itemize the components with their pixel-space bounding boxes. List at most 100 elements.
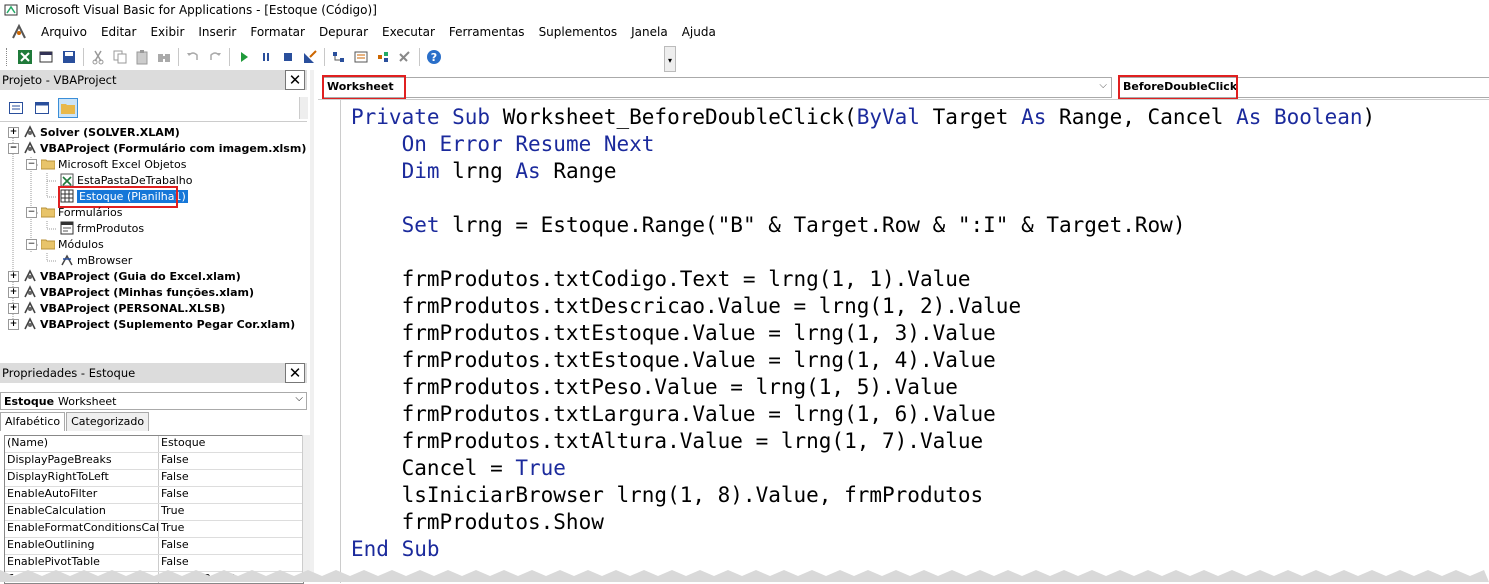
- code-line[interactable]: lsIniciarBrowser lrng(1, 8).Value, frmPr…: [351, 482, 1375, 509]
- code-token: Range: [540, 159, 617, 183]
- expand-icon[interactable]: +: [8, 126, 19, 138]
- tree-item-mbrowser[interactable]: mBrowser: [60, 252, 132, 268]
- menu-formatar[interactable]: Formatar: [243, 25, 312, 39]
- object-combo[interactable]: Worksheet ⌵: [322, 77, 1112, 98]
- object-browser-button[interactable]: [372, 46, 394, 68]
- tree-folder-formularios[interactable]: − Formulários: [26, 204, 123, 220]
- code-editor[interactable]: Private Sub Worksheet_BeforeDoubleClick(…: [318, 99, 1489, 583]
- close-icon[interactable]: ✕: [285, 363, 305, 383]
- expand-icon[interactable]: +: [8, 318, 19, 330]
- property-row[interactable]: DisplayRightToLeft False: [5, 470, 303, 487]
- properties-window-button[interactable]: [350, 46, 372, 68]
- code-text[interactable]: Private Sub Worksheet_BeforeDoubleClick(…: [351, 104, 1375, 563]
- code-line[interactable]: frmProdutos.txtLargura.Value = lrng(1, 6…: [351, 401, 1375, 428]
- menu-ajuda[interactable]: Ajuda: [675, 25, 723, 39]
- reset-button[interactable]: [277, 46, 299, 68]
- menu-suplementos[interactable]: Suplementos: [532, 25, 625, 39]
- properties-icon: [354, 51, 368, 63]
- code-line[interactable]: frmProdutos.Show: [351, 509, 1375, 536]
- undo-button[interactable]: [182, 46, 204, 68]
- pane-splitter[interactable]: [310, 70, 314, 582]
- tree-folder-modulos[interactable]: − Módulos: [26, 236, 104, 252]
- break-button[interactable]: [255, 46, 277, 68]
- code-token: frmProdutos.Show: [351, 510, 604, 534]
- tree-item-vbaproject-suplemento[interactable]: + VBAProject (Suplemento Pegar Cor.xlam): [8, 316, 295, 332]
- property-row[interactable]: DisplayPageBreaks False: [5, 453, 303, 470]
- insert-userform-button[interactable]: [36, 46, 58, 68]
- collapse-icon[interactable]: −: [26, 206, 37, 218]
- menu-inserir[interactable]: Inserir: [191, 25, 243, 39]
- run-button[interactable]: [233, 46, 255, 68]
- menu-janela[interactable]: Janela: [624, 25, 675, 39]
- toggle-folders-button[interactable]: [58, 98, 78, 118]
- property-row[interactable]: EnableAutoFilter False: [5, 487, 303, 504]
- code-line[interactable]: [351, 185, 1375, 212]
- tree-item-vbaproject-guia[interactable]: + VBAProject (Guia do Excel.xlam): [8, 268, 241, 284]
- toolbar-grip[interactable]: [6, 48, 10, 66]
- undo-icon: [187, 52, 198, 60]
- project-toolbar-scroll-stub[interactable]: [299, 97, 308, 119]
- code-line[interactable]: [351, 239, 1375, 266]
- code-line[interactable]: Cancel = True: [351, 455, 1375, 482]
- menu-exibir[interactable]: Exibir: [143, 25, 191, 39]
- property-row[interactable]: (Name) Estoque: [5, 436, 303, 453]
- code-line[interactable]: Dim lrng As Range: [351, 158, 1375, 185]
- expand-icon[interactable]: +: [8, 286, 19, 298]
- menu-arquivo[interactable]: Arquivo: [34, 25, 94, 39]
- expand-icon[interactable]: +: [8, 270, 19, 282]
- menu-editar[interactable]: Editar: [94, 25, 144, 39]
- userform-icon: [60, 221, 74, 235]
- excel-view-button[interactable]: [14, 46, 36, 68]
- help-button[interactable]: ?: [423, 46, 445, 68]
- close-icon[interactable]: ✕: [285, 70, 305, 90]
- property-row[interactable]: EnableFormatConditionsCalculationTrue: [5, 521, 303, 538]
- menu-ferramentas[interactable]: Ferramentas: [442, 25, 532, 39]
- property-row[interactable]: EnableOutlining False: [5, 538, 303, 555]
- view-code-button[interactable]: [6, 98, 26, 118]
- vba-menu-icon[interactable]: [10, 23, 28, 41]
- view-object-button[interactable]: [32, 98, 52, 118]
- design-mode-button[interactable]: [299, 46, 321, 68]
- code-line[interactable]: On Error Resume Next: [351, 131, 1375, 158]
- code-line[interactable]: frmProdutos.txtEstoque.Value = lrng(1, 4…: [351, 347, 1375, 374]
- tree-item-vbaproject-personal[interactable]: + VBAProject (PERSONAL.XLSB): [8, 300, 225, 316]
- code-line[interactable]: Private Sub Worksheet_BeforeDoubleClick(…: [351, 104, 1375, 131]
- tree-folder-excel-objects[interactable]: − Microsoft Excel Objetos: [26, 156, 186, 172]
- code-line[interactable]: frmProdutos.txtDescricao.Value = lrng(1,…: [351, 293, 1375, 320]
- save-button[interactable]: [58, 46, 80, 68]
- collapse-icon[interactable]: −: [26, 158, 37, 170]
- tab-categorizado[interactable]: Categorizado: [66, 412, 150, 431]
- code-line[interactable]: frmProdutos.txtEstoque.Value = lrng(1, 3…: [351, 320, 1375, 347]
- code-line[interactable]: Set lrng = Estoque.Range("B" & Target.Ro…: [351, 212, 1375, 239]
- object-selector-dropdown[interactable]: Estoque Worksheet ⌵: [0, 392, 307, 410]
- redo-button[interactable]: [204, 46, 226, 68]
- code-line[interactable]: frmProdutos.txtCodigo.Text = lrng(1, 1).…: [351, 266, 1375, 293]
- tree-item-solver[interactable]: + Solver (SOLVER.XLAM): [8, 124, 180, 140]
- code-keyword: As: [515, 159, 541, 183]
- code-margin[interactable]: [318, 100, 341, 583]
- tree-item-frmprodutos[interactable]: frmProdutos: [60, 220, 144, 236]
- tree-item-vbaproject-formulario[interactable]: − VBAProject (Formulário com imagem.xlsm): [8, 140, 306, 156]
- expand-icon[interactable]: +: [8, 302, 19, 314]
- cut-button[interactable]: [87, 46, 109, 68]
- toolbox-button[interactable]: [394, 46, 416, 68]
- collapse-icon[interactable]: −: [8, 142, 19, 154]
- copy-button[interactable]: [109, 46, 131, 68]
- paste-button[interactable]: [131, 46, 153, 68]
- code-line[interactable]: End Sub: [351, 536, 1375, 563]
- vbaproject-icon: [24, 125, 36, 138]
- toolbar-options-icon[interactable]: ▾: [664, 46, 676, 72]
- property-row[interactable]: EnableCalculation True: [5, 504, 303, 521]
- code-line[interactable]: frmProdutos.txtAltura.Value = lrng(1, 7)…: [351, 428, 1375, 455]
- project-explorer-button[interactable]: [328, 46, 350, 68]
- properties-panel-header: Propriedades - Estoque ✕: [0, 363, 307, 383]
- code-token: frmProdutos.txtCodigo.Text = lrng(1, 1).…: [351, 267, 971, 291]
- vbaproject-icon: [24, 285, 36, 298]
- tree-item-vbaproject-minhas-funcoes[interactable]: + VBAProject (Minhas funções.xlam): [8, 284, 254, 300]
- menu-executar[interactable]: Executar: [375, 25, 442, 39]
- tab-alfabetico[interactable]: Alfabético: [0, 412, 66, 431]
- code-line[interactable]: frmProdutos.txtPeso.Value = lrng(1, 5).V…: [351, 374, 1375, 401]
- menu-depurar[interactable]: Depurar: [312, 25, 375, 39]
- collapse-icon[interactable]: −: [26, 238, 37, 250]
- find-button[interactable]: [153, 46, 175, 68]
